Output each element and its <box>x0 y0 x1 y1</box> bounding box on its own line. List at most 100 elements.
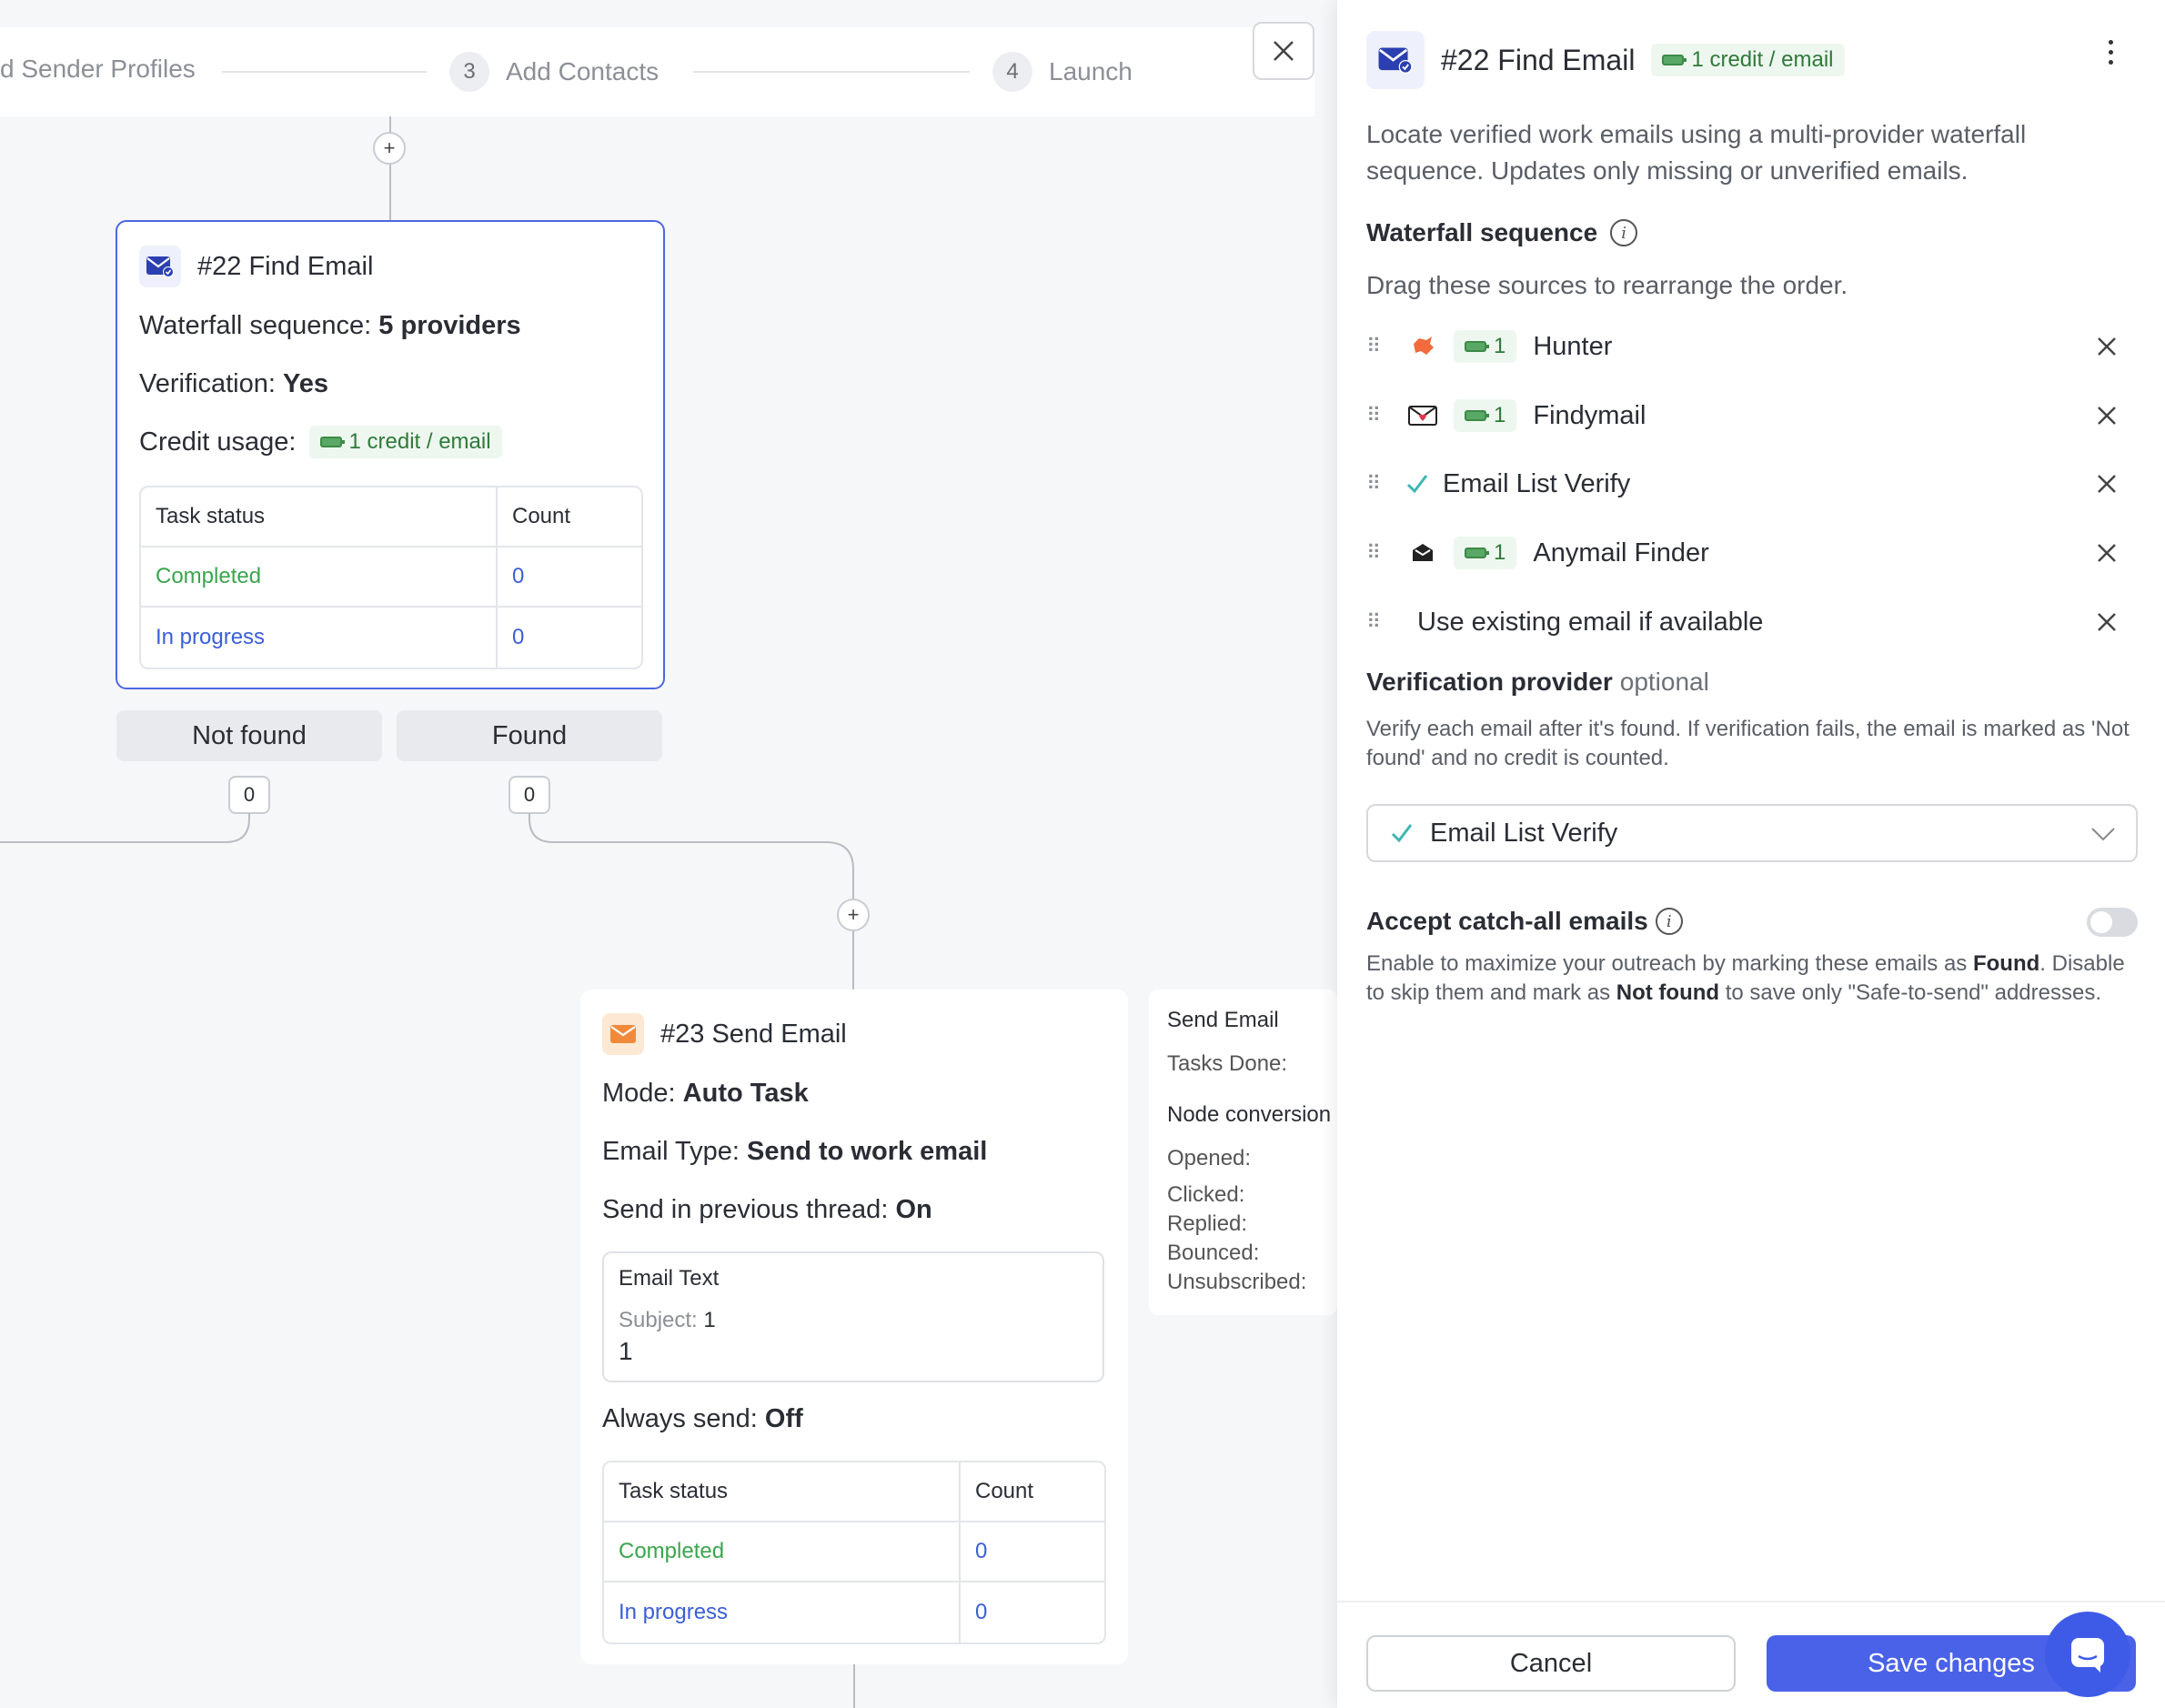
step-progress-bar: d Sender Profiles 3 Add Contacts 4 Launc… <box>0 27 1314 116</box>
battery-icon <box>1465 341 1489 352</box>
always-send-label: Always send: <box>602 1404 758 1433</box>
unsubscribed-label: Unsubscribed: <box>1167 1270 1307 1294</box>
remove-provider-icon[interactable] <box>2092 469 2121 498</box>
column-header: Count <box>961 1462 1104 1522</box>
chevron-down-icon <box>2091 828 2115 841</box>
close-button[interactable] <box>1253 22 1314 80</box>
email-type-value: Send to work email <box>747 1137 988 1166</box>
status-cell: Completed <box>604 1522 961 1582</box>
email-text-box[interactable]: Email Text Subject: 1 1 <box>602 1251 1104 1382</box>
credit-label: Credit usage: <box>139 427 297 457</box>
remove-provider-icon[interactable] <box>2092 608 2121 637</box>
verification-label: Verification: <box>139 369 276 398</box>
battery-icon <box>319 437 345 447</box>
mode-summary: Mode: Auto Task <box>602 1079 809 1109</box>
provider-row-existing-email[interactable]: ⠿ Use existing email if available <box>1366 595 2121 649</box>
node-conversion-label: Node conversion <box>1167 1102 1332 1127</box>
table-row[interactable]: Completed 0 <box>141 548 641 608</box>
envelope-check-icon <box>1366 31 1425 89</box>
replied-label: Replied: <box>1167 1211 1248 1236</box>
email-body: 1 <box>619 1337 633 1365</box>
checkmark-icon <box>1391 824 1413 843</box>
plus-icon: + <box>383 136 396 159</box>
count-cell[interactable]: 0 <box>961 1582 1104 1643</box>
waterfall-hint: Drag these sources to rearrange the orde… <box>1366 271 1848 299</box>
credit-chip: 1 credit / email <box>1651 44 1845 76</box>
remove-provider-icon[interactable] <box>2092 401 2121 430</box>
step-connector <box>693 71 970 73</box>
count-cell[interactable]: 0 <box>961 1522 1104 1582</box>
chat-support-button[interactable] <box>2045 1612 2130 1697</box>
provider-row-hunter[interactable]: ⠿ 1 Hunter <box>1366 319 2121 374</box>
cancel-button[interactable]: Cancel <box>1366 1635 1736 1692</box>
remove-provider-icon[interactable] <box>2092 332 2121 361</box>
send-email-node[interactable]: #23 Send Email Mode: Auto Task Email Typ… <box>580 990 1128 1664</box>
count-cell[interactable]: 0 <box>498 548 641 608</box>
always-send-value: Off <box>764 1404 803 1433</box>
connector-line <box>853 1664 855 1708</box>
waterfall-section-title: Waterfall sequence i <box>1366 218 1638 247</box>
drag-handle-icon[interactable]: ⠿ <box>1366 472 1403 496</box>
anymail-icon <box>1403 537 1443 569</box>
table-row[interactable]: Completed 0 <box>604 1522 1104 1582</box>
info-icon[interactable]: i <box>1610 219 1638 246</box>
credit-chip: 1 <box>1454 537 1517 569</box>
step-sender-profiles[interactable]: d Sender Profiles <box>0 55 196 84</box>
credit-value: 1 <box>1494 334 1506 358</box>
optional-label: optional <box>1619 668 1709 696</box>
node-title: #23 Send Email <box>660 1019 847 1049</box>
battery-icon <box>1662 55 1687 65</box>
add-node-button[interactable]: + <box>837 899 870 931</box>
status-cell: In progress <box>141 608 498 668</box>
step-add-contacts[interactable]: 3 Add Contacts <box>449 52 659 92</box>
credit-value: 1 <box>1494 540 1506 565</box>
thread-label: Send in previous thread: <box>602 1195 889 1224</box>
drag-handle-icon[interactable]: ⠿ <box>1366 541 1403 565</box>
provider-row-findymail[interactable]: ⠿ 1 Findymail <box>1366 388 2121 443</box>
credit-chip: 1 <box>1454 330 1517 363</box>
drag-handle-icon[interactable]: ⠿ <box>1366 335 1403 358</box>
add-node-button[interactable]: + <box>373 132 406 165</box>
table-row[interactable]: In progress 0 <box>604 1582 1104 1643</box>
close-icon <box>1274 41 1294 61</box>
waterfall-value: 5 providers <box>378 311 521 340</box>
step-label: Launch <box>1049 57 1133 85</box>
column-header: Task status <box>141 487 498 548</box>
count-cell[interactable]: 0 <box>498 608 641 668</box>
stats-title: Send Email <box>1167 1008 1279 1032</box>
found-count[interactable]: 0 <box>509 776 550 814</box>
info-icon[interactable]: i <box>1655 908 1683 935</box>
task-status-table: Task status Count Completed 0 In progres… <box>602 1461 1106 1644</box>
tasks-done-label: Tasks Done: <box>1167 1051 1288 1076</box>
step-launch[interactable]: 4 Launch <box>992 52 1133 92</box>
table-row[interactable]: In progress 0 <box>141 608 641 668</box>
catchall-not-found-text: Not found <box>1616 980 1720 1005</box>
provider-row-anymail-finder[interactable]: ⠿ 1 Anymail Finder <box>1366 526 2121 580</box>
drag-handle-icon[interactable]: ⠿ <box>1366 610 1417 634</box>
email-text-title: Email Text <box>619 1266 720 1291</box>
mode-label: Mode: <box>602 1079 676 1108</box>
provider-name: Hunter <box>1533 331 1613 361</box>
provider-row-email-list-verify[interactable]: ⠿ Email List Verify <box>1366 457 2121 511</box>
bounced-label: Bounced: <box>1167 1241 1260 1265</box>
verification-provider-select[interactable]: Email List Verify <box>1366 804 2138 862</box>
branch-found[interactable]: Found <box>397 710 662 761</box>
remove-provider-icon[interactable] <box>2092 538 2121 568</box>
workflow-canvas[interactable]: d Sender Profiles 3 Add Contacts 4 Launc… <box>0 0 1337 1708</box>
clicked-label: Clicked: <box>1167 1182 1245 1207</box>
more-options-button[interactable] <box>2100 40 2121 73</box>
drag-handle-icon[interactable]: ⠿ <box>1366 404 1403 427</box>
task-status-table: Task status Count Completed 0 In progres… <box>139 486 643 669</box>
step-connector <box>222 71 427 73</box>
selected-value: Email List Verify <box>1430 818 1618 848</box>
node-stats-card: Send Email Tasks Done: Node conversion O… <box>1149 990 1337 1315</box>
thread-value: On <box>895 1195 932 1224</box>
section-title-text: Accept catch-all emails <box>1366 907 1648 935</box>
credit-value: 1 <box>1494 403 1506 427</box>
find-email-node[interactable]: #22 Find Email Waterfall sequence: 5 pro… <box>116 220 665 689</box>
catchall-toggle[interactable] <box>2087 908 2138 937</box>
not-found-count[interactable]: 0 <box>228 776 270 814</box>
branch-not-found[interactable]: Not found <box>116 710 382 761</box>
verification-summary: Verification: Yes <box>139 369 328 399</box>
node-title: #22 Find Email <box>197 251 374 281</box>
